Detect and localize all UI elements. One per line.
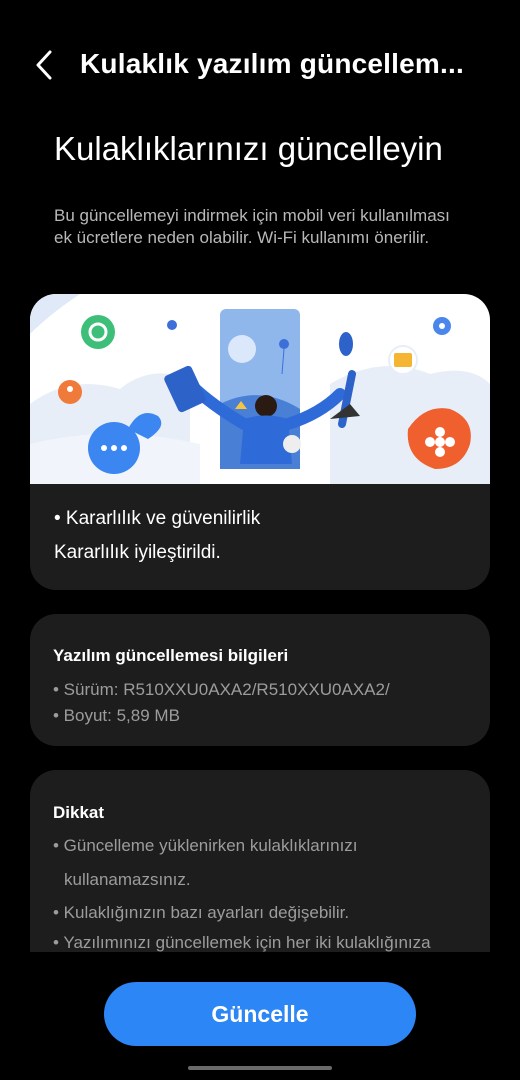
release-note-detail: Kararlılık iyileştirildi. — [54, 542, 221, 563]
version-text: • Sürüm: R510XXU0AXA2/R510XXU0AXA2/ — [53, 680, 390, 699]
caution-card: Dikkat • Güncelleme yüklenirken kulaklık… — [30, 770, 490, 970]
update-button[interactable]: Güncelle — [104, 982, 416, 1046]
caution-line: kullanamazsınız. — [64, 870, 191, 889]
page-title: Kulaklık yazılım güncellem... — [80, 48, 464, 79]
update-illustration — [30, 294, 490, 484]
caution-line: • Kulaklığınızın bazı ayarları değişebil… — [53, 903, 350, 922]
top-app-bar: Kulaklık yazılım güncellem... — [0, 30, 520, 100]
size-text: • Boyut: 5,89 MB — [53, 706, 180, 725]
caution-line: • Güncelleme yüklenirken kulaklıklarınız… — [53, 836, 358, 855]
release-note-bullet: • Kararlılık ve güvenilirlik — [54, 508, 261, 529]
caution-line: • Yazılımınızı güncellemek için her iki … — [53, 933, 431, 952]
caution-title: Dikkat — [53, 803, 105, 822]
back-button[interactable] — [30, 48, 60, 82]
chevron-left-icon — [36, 50, 52, 80]
headline: Kulaklıklarınızı güncelleyin — [54, 130, 443, 167]
software-info-title: Yazılım güncellemesi bilgileri — [53, 646, 289, 665]
home-indicator — [188, 1066, 332, 1070]
data-usage-notice: Bu güncellemeyi indirmek için mobil veri… — [54, 206, 450, 247]
software-info-card: Yazılım güncellemesi bilgileri • Sürüm: … — [30, 614, 490, 746]
release-notes-card: • Kararlılık ve güvenilirlik Kararlılık … — [30, 294, 490, 590]
